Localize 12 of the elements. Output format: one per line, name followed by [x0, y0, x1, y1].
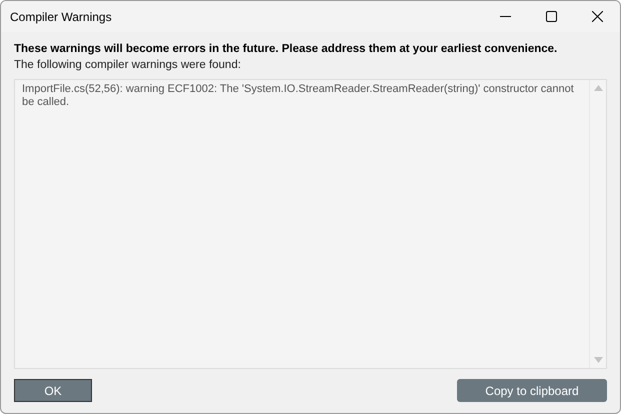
copy-button[interactable]: Copy to clipboard — [457, 379, 607, 402]
warnings-text-area[interactable]: ImportFile.cs(52,56): warning ECF1002: The 'System.IO.StreamReader.StreamReader(string)' constructor cannot be called. — [14, 79, 607, 369]
maximize-icon — [546, 11, 556, 22]
warning-heading: These warnings will become errors in the future. Please address them at your earliest convenience. — [14, 43, 558, 55]
window-title: Compiler Warnings — [10, 10, 113, 24]
warning-subheading: The following compiler warnings were found: — [14, 59, 242, 71]
ok-button[interactable]: OK — [14, 379, 92, 402]
scroll-up-icon[interactable] — [594, 85, 602, 91]
close-icon — [592, 11, 602, 22]
minimize-icon — [500, 16, 510, 17]
warning-line: ImportFile.cs(52,56): warning ECF1002: The 'System.IO.StreamReader.StreamReader(string)' constructor cannot be called. — [22, 83, 575, 109]
scroll-down-icon[interactable] — [594, 357, 602, 363]
